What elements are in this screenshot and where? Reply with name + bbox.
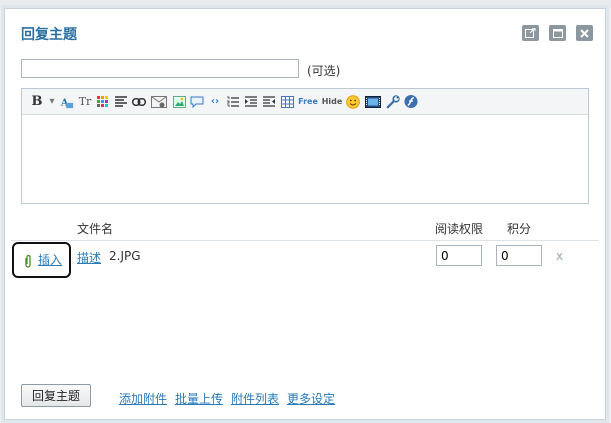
batch-upload-link[interactable]: 批量上传 [175,390,223,407]
attachment-filename: 2.JPG [109,249,141,263]
subject-input[interactable] [21,59,299,78]
indent-icon[interactable] [244,95,258,109]
image-icon[interactable] [172,95,186,109]
more-settings-link[interactable]: 更多设定 [287,390,335,407]
close-button[interactable] [576,25,593,41]
description-link[interactable]: 描述 [77,249,101,266]
bold-icon[interactable]: B [30,94,44,109]
flash-icon[interactable] [404,94,418,109]
link-icon[interactable] [132,95,146,109]
score-input[interactable] [496,245,542,266]
ordered-list-icon[interactable] [226,95,240,109]
background-page [0,0,611,8]
media-icon[interactable] [364,95,382,109]
read-permission-input[interactable] [436,245,482,266]
reply-dialog: 回复主题 (可选) B ▾ A Tr ‹› Free Hide 文件名 阅读权限… [4,8,606,420]
paperclip-icon [25,254,31,268]
free-icon[interactable]: Free [298,95,318,109]
dialog-title: 回复主题 [21,27,77,43]
font-color-icon[interactable]: A [60,95,74,109]
optional-label: (可选) [307,64,341,78]
footer-links: 添加附件 批量上传 附件列表 更多设定 [119,390,335,407]
add-attachment-link[interactable]: 添加附件 [119,390,167,407]
editor-toolbar: B ▾ A Tr ‹› Free Hide [22,89,588,115]
window-controls [522,25,593,41]
insert-highlight: 插入 [12,242,71,278]
outdent-icon[interactable] [262,95,276,109]
submit-reply-button[interactable]: 回复主题 [21,384,91,407]
dropdown-arrow-icon[interactable]: ▾ [48,95,56,109]
editor-text-area[interactable] [22,115,588,204]
email-icon[interactable] [150,95,168,109]
read-permission-header: 阅读权限 [435,222,484,236]
score-header: 积分 [507,222,532,236]
delete-attachment-icon[interactable]: x [556,249,563,263]
attachment-list-link[interactable]: 附件列表 [231,390,279,407]
align-icon[interactable] [114,95,128,109]
rich-text-editor: B ▾ A Tr ‹› Free Hide [21,88,589,204]
smiley-icon[interactable] [346,94,360,109]
color-grid-icon[interactable] [96,95,110,109]
tool-icon[interactable] [386,94,400,109]
popout-icon [525,28,536,38]
popout-button[interactable] [522,25,539,41]
filename-header: 文件名 [77,222,114,236]
maximize-button[interactable] [549,25,566,41]
hide-icon[interactable]: Hide [322,95,343,109]
table-icon[interactable] [280,95,294,109]
maximize-icon [552,28,563,38]
code-icon[interactable]: ‹› [208,95,222,109]
font-size-icon[interactable]: Tr [78,95,92,109]
insert-link[interactable]: 插入 [38,251,62,268]
close-icon [580,28,589,38]
attachment-divider [11,240,599,241]
quote-icon[interactable] [190,95,204,109]
attachment-row: 插入 描述 2.JPG x [5,242,605,278]
